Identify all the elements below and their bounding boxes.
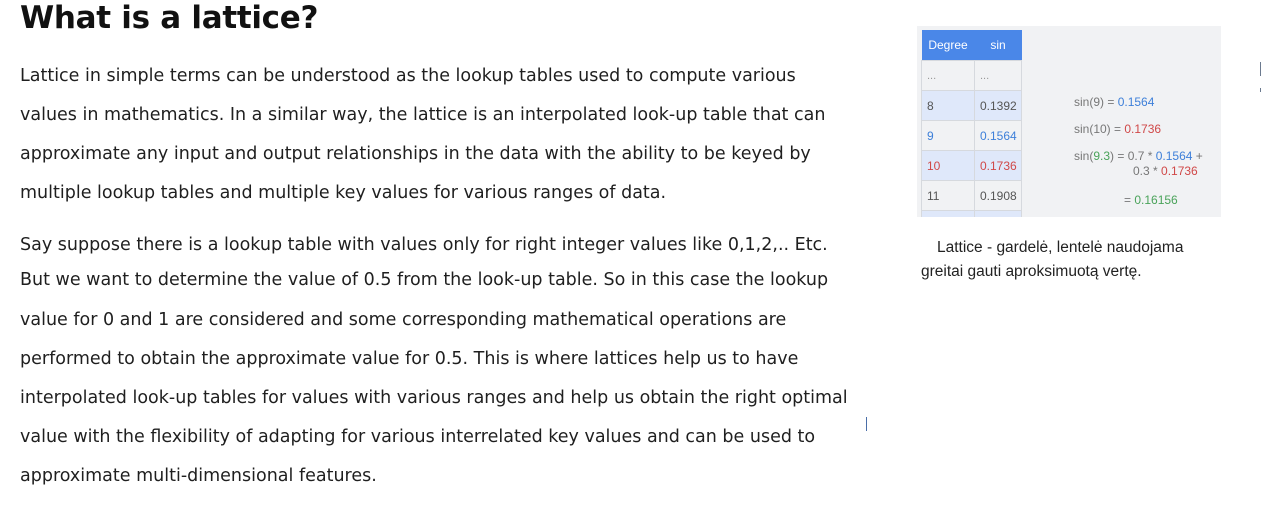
formula-result: = 0.16156 xyxy=(1124,193,1178,207)
formula-sin10: sin(10) = 0.1736 xyxy=(1074,122,1162,136)
paragraph-line: Say suppose there is a lookup table with… xyxy=(20,235,828,255)
paragraph-line: interpolated look-up tables for values w… xyxy=(20,388,848,408)
table-cell xyxy=(974,210,1022,217)
caption-line: greitai gauti aproksimuotą vertę. xyxy=(921,263,1142,280)
paragraph-line: But we want to determine the value of 0.… xyxy=(20,270,829,290)
table-cell: 9 xyxy=(921,120,975,151)
paragraph-line: performed to obtain the approximate valu… xyxy=(20,349,799,369)
formula-interpolation-cont: 0.3 * 0.1736 xyxy=(1133,164,1198,178)
table-cell: 0.1908 xyxy=(974,180,1022,211)
table-cell: 11 xyxy=(921,180,975,211)
table-header-degree: Degree xyxy=(921,30,975,61)
table-cell: ... xyxy=(921,60,975,91)
table-row: 9 0.1564 xyxy=(921,120,1022,151)
caption-line: Lattice - gardelė, lentelė naudojama xyxy=(937,239,1184,256)
lookup-table: Degree sin ... ... 8 0.1392 9 0.1564 10 … xyxy=(921,30,1022,217)
table-row: 11 0.1908 xyxy=(921,180,1022,211)
edge-marker xyxy=(1260,88,1261,92)
table-cell: ... xyxy=(974,60,1022,91)
paragraph-line: approximate multi-dimensional features. xyxy=(20,466,377,486)
formula-interpolation: sin(9.3) = 0.7 * 0.1564 + xyxy=(1074,149,1203,163)
paragraph-line: values in mathematics. In a similar way,… xyxy=(20,105,826,125)
page-title: What is a lattice? xyxy=(20,0,319,36)
table-header-sin: sin xyxy=(974,30,1022,61)
text-cursor xyxy=(866,417,867,431)
table-cell: 10 xyxy=(921,150,975,181)
table-cell: 0.1392 xyxy=(974,90,1022,121)
paragraph-line: Lattice in simple terms can be understoo… xyxy=(20,66,796,86)
table-row: 10 0.1736 xyxy=(921,150,1022,181)
table-cell: 0.1736 xyxy=(974,150,1022,181)
table-row: 8 0.1392 xyxy=(921,90,1022,121)
edge-marker xyxy=(1260,62,1261,76)
formula-sin9: sin(9) = 0.1564 xyxy=(1074,95,1155,109)
paragraph-line: multiple lookup tables and multiple key … xyxy=(20,183,667,203)
table-cell xyxy=(921,210,975,217)
table-cell: 8 xyxy=(921,90,975,121)
table-caption: Lattice - gardelė, lentelė naudojama gre… xyxy=(921,236,1221,284)
lookup-table-image: Degree sin ... ... 8 0.1392 9 0.1564 10 … xyxy=(917,26,1221,217)
table-cell: 0.1564 xyxy=(974,120,1022,151)
paragraph-line: value with the flexibility of adapting f… xyxy=(20,427,816,447)
paragraph-line: value for 0 and 1 are considered and som… xyxy=(20,310,787,330)
table-row xyxy=(921,210,1022,217)
paragraph-line: approximate any input and output relatio… xyxy=(20,144,811,164)
